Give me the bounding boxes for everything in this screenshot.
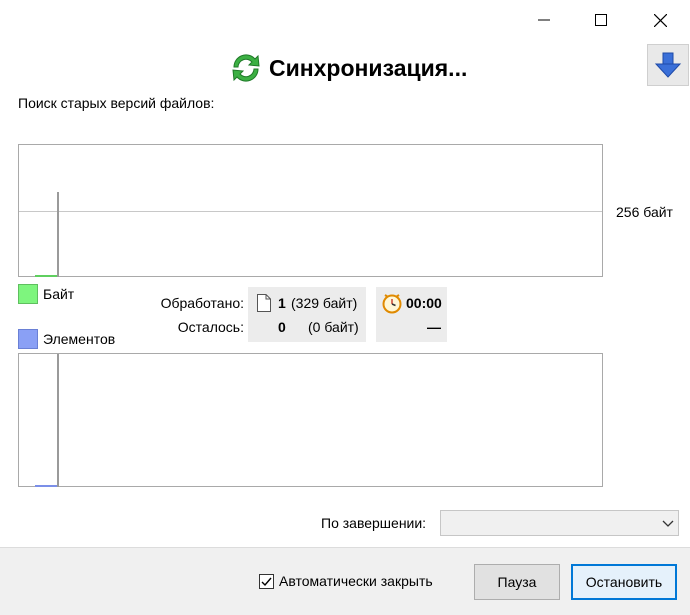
auto-close-label: Автоматически закрыть bbox=[279, 573, 433, 589]
pause-button[interactable]: Пауза bbox=[474, 564, 560, 600]
close-button[interactable] bbox=[630, 0, 690, 40]
dialog-header: Синхронизация... bbox=[228, 48, 467, 88]
auto-close-checkbox[interactable] bbox=[259, 573, 274, 589]
page-title: Синхронизация... bbox=[269, 54, 468, 81]
bytes-graph-bar bbox=[35, 275, 57, 277]
remaining-size: (0 байт) bbox=[308, 319, 359, 335]
auto-close-option[interactable]: Автоматически закрыть bbox=[259, 573, 433, 589]
graph-progress-line bbox=[57, 192, 59, 277]
document-icon bbox=[257, 294, 271, 312]
elapsed-time: 00:00 bbox=[406, 295, 442, 311]
on-completion-select[interactable] bbox=[440, 510, 679, 536]
stats-box: 1 (329 байт) 0 (0 байт) bbox=[248, 287, 366, 342]
minimize-icon bbox=[538, 19, 550, 21]
remaining-time: — bbox=[427, 319, 441, 335]
legend-items: Элементов bbox=[18, 329, 115, 349]
stop-button[interactable]: Остановить bbox=[571, 564, 677, 600]
dialog-footer: Автоматически закрыть Пауза Остановить bbox=[0, 547, 690, 615]
processed-count: 1 bbox=[278, 295, 286, 311]
maximize-button[interactable] bbox=[571, 0, 631, 40]
graph-progress-line bbox=[57, 354, 59, 487]
on-completion-label: По завершении: bbox=[321, 515, 427, 531]
legend-swatch-items bbox=[18, 329, 38, 349]
sync-arrows-icon bbox=[232, 54, 260, 82]
legend-label-bytes: Байт bbox=[43, 286, 75, 302]
minimize-button[interactable] bbox=[514, 0, 574, 40]
status-text: Поиск старых версий файлов: bbox=[18, 95, 215, 111]
legend-swatch-bytes bbox=[18, 284, 38, 304]
collapse-button[interactable] bbox=[647, 44, 689, 86]
bytes-graph bbox=[18, 144, 603, 277]
chevron-down-icon bbox=[662, 520, 674, 527]
time-box: 00:00 — bbox=[376, 287, 447, 342]
clock-icon bbox=[382, 294, 402, 314]
items-graph-bar bbox=[35, 485, 57, 487]
items-graph bbox=[18, 353, 603, 487]
checkmark-icon bbox=[261, 577, 272, 586]
remaining-count: 0 bbox=[278, 319, 286, 335]
close-icon bbox=[653, 13, 667, 27]
maximize-icon bbox=[595, 14, 607, 26]
remaining-label: Осталось: bbox=[177, 319, 244, 335]
processed-label: Обработано: bbox=[160, 295, 244, 311]
processed-size: (329 байт) bbox=[291, 295, 358, 311]
legend-bytes: Байт bbox=[18, 284, 74, 304]
legend-label-items: Элементов bbox=[43, 331, 116, 347]
graph-scale-label: 256 байт bbox=[616, 204, 673, 220]
graph-scale-line bbox=[19, 211, 602, 212]
arrow-down-icon bbox=[654, 52, 682, 78]
